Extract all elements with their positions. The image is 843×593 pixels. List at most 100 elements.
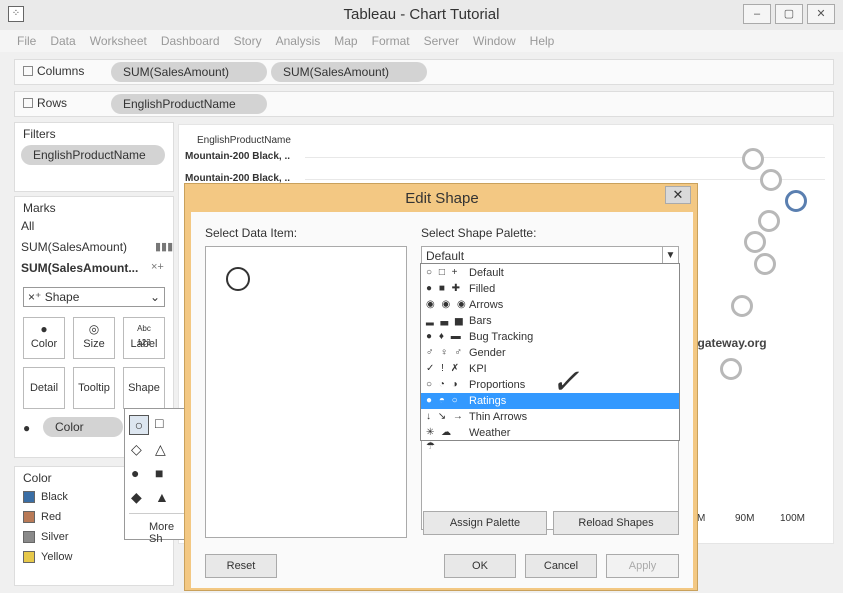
shape-mark[interactable] [754, 253, 776, 275]
shape-mark[interactable] [742, 148, 764, 170]
mark-type-value: Shape [44, 290, 80, 304]
rows-shelf[interactable]: Rows EnglishProductName [14, 91, 834, 117]
palette-option-label: Bug Tracking [469, 331, 534, 343]
columns-pill-sales-1[interactable]: SUM(SalesAmount) [111, 62, 267, 82]
filled-triangle-shape-icon[interactable]: ▲ [155, 489, 169, 505]
menu-analysis[interactable]: Analysis [269, 30, 328, 52]
detail-button[interactable]: Detail [23, 367, 65, 409]
rows-pill-product-name[interactable]: EnglishProductName [111, 94, 267, 114]
legend-item-black[interactable]: Black [23, 491, 68, 503]
marks-color-pill[interactable]: Color [43, 417, 123, 437]
palette-option-gender[interactable]: ♂ ♀ ♂ Gender [421, 345, 679, 361]
shape-mark[interactable] [744, 231, 766, 253]
shape-mark[interactable] [720, 358, 742, 380]
palette-option-thin-arrows[interactable]: ↓ ↘ → Thin Arrows [421, 409, 679, 425]
filled-diamond-shape-icon[interactable]: ◆ [131, 489, 142, 506]
palette-icons: ● ■ ✚ [426, 283, 463, 294]
palette-icons: ◉ ◉ ◉ [426, 299, 468, 310]
palette-option-bars[interactable]: ▂ ▃ ▅ Bars [421, 313, 679, 329]
menu-help[interactable]: Help [523, 30, 562, 52]
apply-button[interactable]: Apply [606, 554, 679, 578]
assign-palette-button[interactable]: Assign Palette [423, 511, 547, 535]
menu-worksheet[interactable]: Worksheet [83, 30, 154, 52]
palette-select-value: Default [426, 249, 465, 263]
select-palette-label: Select Shape Palette: [421, 226, 537, 240]
menu-data[interactable]: Data [43, 30, 82, 52]
filled-circle-shape-icon[interactable]: ● [131, 465, 139, 481]
tooltip-button[interactable]: Tooltip [73, 367, 115, 409]
legend-label: Silver [41, 531, 69, 543]
rows-label-text: Rows [37, 96, 68, 110]
palette-option-ratings[interactable]: ● ◓ ○ Ratings [421, 393, 679, 409]
minimize-button[interactable]: – [743, 4, 771, 24]
shape-button[interactable]: Shape [123, 367, 165, 409]
triangle-shape-icon[interactable]: △ [155, 441, 166, 458]
palette-dropdown-list[interactable]: ○ □ + Default ● ■ ✚ Filled ◉ ◉ ◉ Arrows ▂ ▃… [420, 263, 680, 452]
circle-shape-icon[interactable] [226, 267, 250, 291]
palette-icons: ✳ ☁ ☂ [426, 427, 454, 452]
filters-title: Filters [23, 127, 56, 141]
legend-item-yellow[interactable]: Yellow [23, 551, 72, 563]
select-data-item-label: Select Data Item: [205, 226, 298, 240]
row-label: Mountain-200 Black, .. [185, 151, 291, 162]
marks-tab-all[interactable]: All [21, 219, 34, 233]
ok-button[interactable]: OK [444, 554, 516, 578]
palette-option-proportions[interactable]: ○ ◔ ◑ Proportions [421, 377, 679, 393]
palette-option-label: Gender [469, 347, 506, 359]
marks-tab-sales-2[interactable]: SUM(SalesAmount... [21, 261, 138, 275]
maximize-button[interactable]: ▢ [775, 4, 803, 24]
label-button[interactable]: Abc 123 Label [123, 317, 165, 359]
menu-window[interactable]: Window [466, 30, 523, 52]
menu-format[interactable]: Format [365, 30, 417, 52]
title-bar: ⁘ Tableau - Chart Tutorial – ▢ ✕ [0, 0, 843, 30]
row-gridline [305, 179, 825, 180]
shape-mark[interactable] [731, 295, 753, 317]
shape-mark[interactable] [758, 210, 780, 232]
palette-option-kpi[interactable]: ✓ ! ✗ KPI [421, 361, 679, 377]
palette-option-default[interactable]: ○ □ + Default [421, 265, 679, 281]
menu-story[interactable]: Story [227, 30, 269, 52]
columns-pill-sales-2[interactable]: SUM(SalesAmount) [271, 62, 427, 82]
menu-map[interactable]: Map [327, 30, 364, 52]
columns-shelf[interactable]: Columns SUM(SalesAmount) SUM(SalesAmount… [14, 59, 834, 85]
palette-option-label: Thin Arrows [469, 411, 528, 423]
menu-dashboard[interactable]: Dashboard [154, 30, 227, 52]
data-item-list[interactable] [205, 246, 407, 538]
palette-option-label: KPI [469, 363, 487, 375]
legend-swatch [23, 551, 35, 563]
reset-button[interactable]: Reset [205, 554, 277, 578]
reload-shapes-button[interactable]: Reload Shapes [553, 511, 679, 535]
palette-option-label: Ratings [469, 395, 507, 407]
axis-tick: M [697, 513, 706, 524]
window-controls: – ▢ ✕ [743, 4, 835, 24]
dialog-title: Edit Shape [405, 190, 479, 207]
palette-option-weather[interactable]: ✳ ☁ ☂ Weather [421, 425, 679, 452]
marks-tab-sales-1[interactable]: SUM(SalesAmount) [21, 240, 127, 254]
shape-mark-icon: ×+ [151, 261, 164, 273]
dialog-close-button[interactable]: ✕ [665, 186, 691, 204]
square-shape-icon[interactable]: □ [155, 415, 163, 431]
circle-shape-icon[interactable]: ○ [129, 415, 149, 435]
shape-mark[interactable] [760, 169, 782, 191]
mark-type-select[interactable]: ×⁺ Shape ⌄ [23, 287, 165, 307]
shape-mark[interactable] [785, 190, 807, 212]
row-header: EnglishProductName [197, 135, 291, 146]
close-window-button[interactable]: ✕ [807, 4, 835, 24]
color-palette-icon: ● [40, 322, 48, 336]
legend-swatch [23, 511, 35, 523]
palette-option-filled[interactable]: ● ■ ✚ Filled [421, 281, 679, 297]
menu-file[interactable]: File [10, 30, 43, 52]
legend-item-red[interactable]: Red [23, 511, 61, 523]
size-button[interactable]: ◎ Size [73, 317, 115, 359]
menu-server[interactable]: Server [417, 30, 466, 52]
palette-option-bug-tracking[interactable]: ● ♦ ▬ Bug Tracking [421, 329, 679, 345]
filter-pill-product-name[interactable]: EnglishProductName [21, 145, 165, 165]
filled-square-shape-icon[interactable]: ■ [155, 465, 163, 481]
palette-option-arrows[interactable]: ◉ ◉ ◉ Arrows [421, 297, 679, 313]
legend-item-silver[interactable]: Silver [23, 531, 69, 543]
color-button[interactable]: ● Color [23, 317, 65, 359]
cancel-button[interactable]: Cancel [525, 554, 597, 578]
diamond-shape-icon[interactable]: ◇ [131, 441, 142, 458]
palette-icons: ♂ ♀ ♂ [426, 347, 465, 358]
more-shapes-link[interactable]: More Sh [149, 521, 189, 545]
